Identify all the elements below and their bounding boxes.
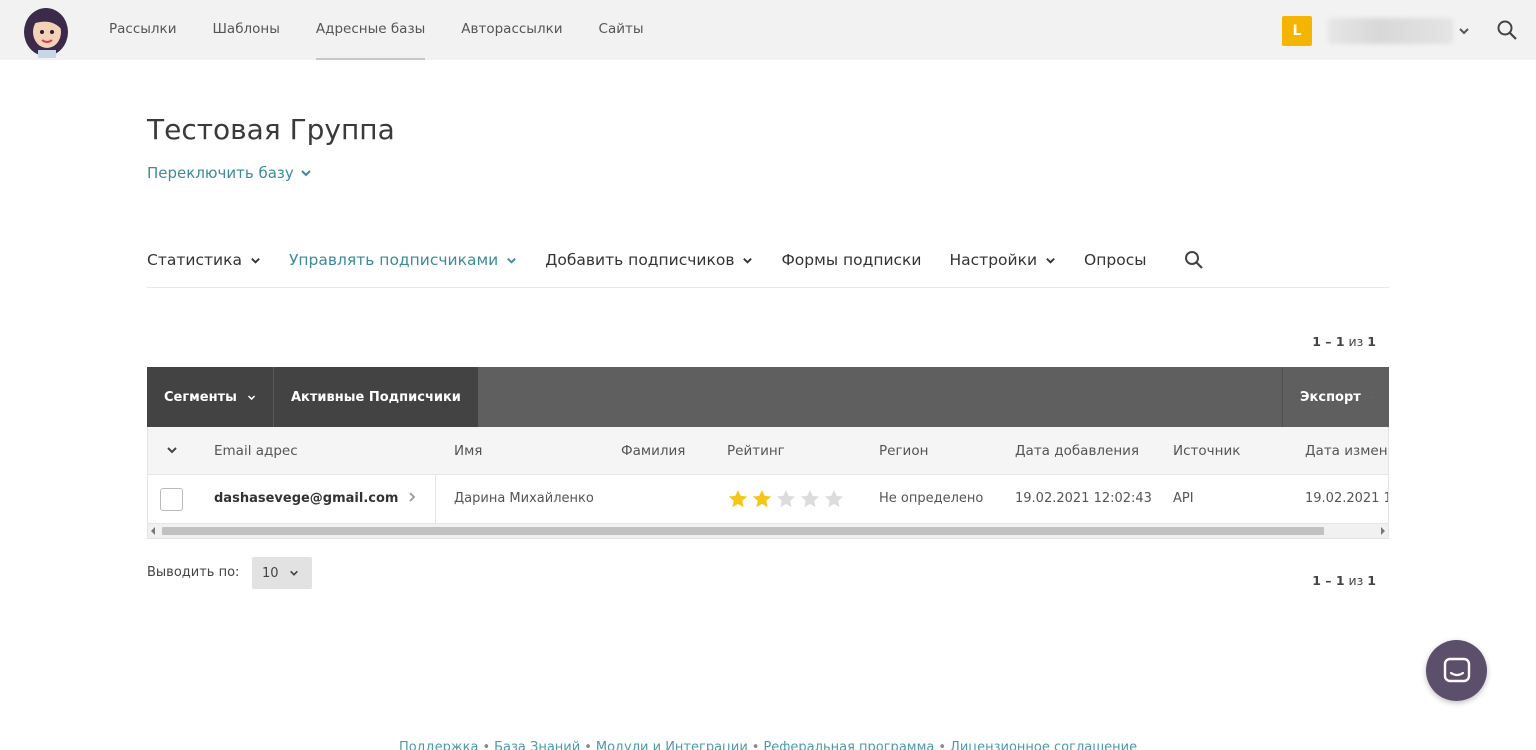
footer-link-support[interactable]: Поддержка bbox=[399, 740, 479, 750]
chevron-down-icon[interactable] bbox=[1457, 23, 1471, 37]
subnav-surveys[interactable]: Опросы bbox=[1084, 251, 1146, 269]
footer-links: Поддержка • База Знаний • Модули и Интеграци… bbox=[0, 740, 1536, 750]
pagination-top: 1 – 1 из 1 bbox=[1312, 334, 1376, 349]
active-subscribers-label: Активные Подписчики bbox=[291, 389, 461, 405]
subnav-label: Формы подписки bbox=[781, 251, 922, 269]
subnav-settings[interactable]: Настройки bbox=[950, 251, 1057, 269]
export-label: Экспорт bbox=[1300, 389, 1361, 405]
per-page-select[interactable]: 10 bbox=[252, 557, 312, 589]
per-page-value: 10 bbox=[262, 565, 279, 581]
subnav-label: Статистика bbox=[147, 251, 242, 269]
cell-email[interactable]: dashasevege@gmail.com bbox=[214, 475, 398, 523]
footer-link-referral[interactable]: Реферальная программа bbox=[763, 740, 934, 750]
col-source[interactable]: Источник bbox=[1173, 427, 1240, 475]
footer-link-integrations[interactable]: Модули и Интеграции bbox=[596, 740, 748, 750]
star-filled-icon[interactable] bbox=[727, 488, 749, 510]
footer-link-license[interactable]: Лицензионное соглашение bbox=[950, 740, 1137, 750]
base-subnav: Статистика Управлять подписчиками Добави… bbox=[147, 240, 1389, 288]
col-rating[interactable]: Рейтинг bbox=[727, 427, 785, 475]
chevron-down-icon bbox=[1370, 396, 1372, 398]
cell-region: Не определено bbox=[879, 491, 984, 506]
nav-automailings[interactable]: Авторассылки bbox=[443, 0, 580, 60]
subscribers-table: Email адрес Имя Фамилия Рейтинг Регион Д… bbox=[147, 427, 1389, 539]
footer-link-knowledge-base[interactable]: База Знаний bbox=[494, 740, 580, 750]
table-toolbar: Сегменты Активные Подписчики Экспорт bbox=[147, 367, 1389, 427]
pagination-range: 1 – 1 bbox=[1312, 334, 1345, 349]
per-page-label: Выводить по: bbox=[147, 565, 240, 580]
pagination-of: из bbox=[1348, 334, 1364, 349]
star-empty-icon[interactable] bbox=[775, 488, 797, 510]
pagination-total: 1 bbox=[1367, 334, 1376, 349]
select-all-chevron-icon[interactable] bbox=[166, 444, 178, 458]
nav-sites[interactable]: Сайты bbox=[581, 0, 662, 60]
scroll-right-icon[interactable] bbox=[1381, 527, 1385, 535]
col-surname[interactable]: Фамилия bbox=[621, 427, 685, 475]
active-subscribers-dropdown[interactable]: Активные Подписчики bbox=[273, 367, 478, 427]
chevron-down-icon bbox=[507, 257, 517, 264]
chevron-down-icon bbox=[1046, 257, 1055, 264]
subnav-label: Настройки bbox=[949, 251, 1038, 269]
subnav-label: Управлять подписчиками bbox=[288, 251, 499, 269]
search-icon[interactable] bbox=[1184, 250, 1204, 270]
pagination-total: 1 bbox=[1367, 573, 1376, 588]
table-header: Email адрес Имя Фамилия Рейтинг Регион Д… bbox=[148, 427, 1388, 475]
subnav-label: Добавить подписчиков bbox=[545, 251, 735, 269]
segments-dropdown[interactable]: Сегменты bbox=[147, 367, 273, 427]
scroll-left-icon[interactable] bbox=[151, 527, 155, 535]
nav-mailings[interactable]: Рассылки bbox=[91, 0, 194, 60]
chevron-down-icon bbox=[301, 170, 311, 177]
row-checkbox[interactable] bbox=[160, 488, 183, 511]
col-date-added[interactable]: Дата добавления bbox=[1015, 427, 1139, 475]
user-badge[interactable]: L bbox=[1282, 16, 1312, 46]
main-nav: Рассылки Шаблоны Адресные базы Авторассы… bbox=[91, 0, 662, 60]
chevron-down-icon bbox=[247, 394, 256, 400]
col-email[interactable]: Email адрес bbox=[214, 427, 298, 475]
scroll-thumb[interactable] bbox=[162, 527, 1324, 535]
pagination-bottom: 1 – 1 из 1 bbox=[1312, 573, 1376, 588]
horizontal-scrollbar[interactable] bbox=[148, 523, 1388, 538]
switch-base-link[interactable]: Переключить базу bbox=[147, 164, 312, 182]
switch-base-label: Переключить базу bbox=[147, 164, 294, 182]
nav-templates[interactable]: Шаблоны bbox=[194, 0, 297, 60]
cell-date-added: 19.02.2021 12:02:43 bbox=[1015, 491, 1152, 506]
chat-button[interactable] bbox=[1426, 640, 1487, 701]
chat-icon bbox=[1443, 657, 1470, 682]
pagination-range: 1 – 1 bbox=[1312, 573, 1345, 588]
rating-stars[interactable] bbox=[727, 488, 845, 510]
export-dropdown[interactable]: Экспорт bbox=[1282, 367, 1389, 427]
star-empty-icon[interactable] bbox=[823, 488, 845, 510]
chevron-down-icon bbox=[251, 257, 260, 264]
cell-name: Дарина Михайленко bbox=[454, 491, 594, 506]
top-bar: Рассылки Шаблоны Адресные базы Авторассы… bbox=[0, 0, 1536, 60]
subnav-add-subscribers[interactable]: Добавить подписчиков bbox=[545, 251, 753, 269]
subnav-manage-subscribers[interactable]: Управлять подписчиками bbox=[289, 251, 517, 269]
table-row[interactable]: dashasevege@gmail.com Дарина Михайленко … bbox=[148, 475, 1388, 523]
subnav-statistics[interactable]: Статистика bbox=[147, 251, 261, 269]
chevron-down-icon bbox=[289, 570, 298, 576]
subnav-label: Опросы bbox=[1084, 251, 1147, 269]
col-name[interactable]: Имя bbox=[454, 427, 482, 475]
segments-label: Сегменты bbox=[164, 389, 237, 405]
col-date-changed[interactable]: Дата измене bbox=[1305, 427, 1388, 475]
col-region[interactable]: Регион bbox=[879, 427, 928, 475]
user-name-blurred[interactable] bbox=[1328, 18, 1453, 44]
nav-address-bases[interactable]: Адресные базы bbox=[298, 0, 443, 60]
star-filled-icon[interactable] bbox=[751, 488, 773, 510]
row-divider bbox=[435, 475, 436, 523]
cell-date-changed: 19.02.2021 12 bbox=[1305, 491, 1388, 506]
chevron-right-icon[interactable] bbox=[406, 491, 418, 507]
search-icon[interactable] bbox=[1496, 19, 1518, 41]
star-empty-icon[interactable] bbox=[799, 488, 821, 510]
chevron-down-icon bbox=[743, 257, 753, 264]
page-title: Тестовая Группа bbox=[147, 113, 395, 146]
cell-source: API bbox=[1173, 491, 1194, 506]
subnav-subscription-forms[interactable]: Формы подписки bbox=[781, 251, 921, 269]
logo-avatar-icon[interactable] bbox=[18, 2, 74, 58]
pagination-of: из bbox=[1348, 573, 1364, 588]
